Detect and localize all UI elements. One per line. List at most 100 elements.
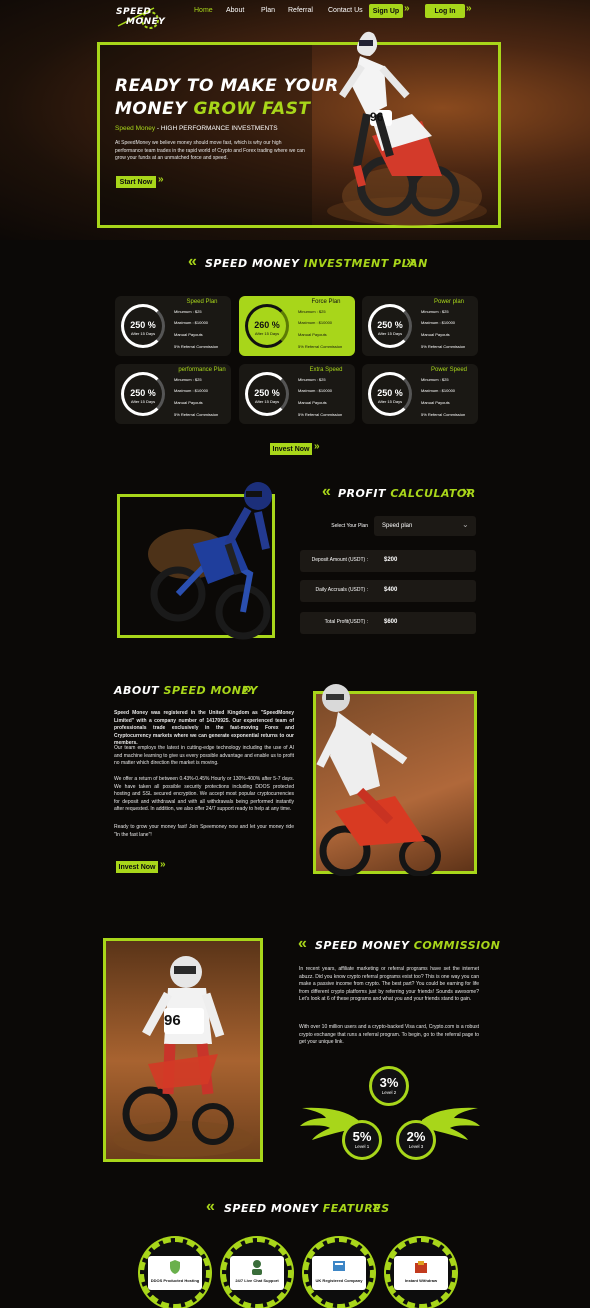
feature-label: DDOS Producted Hosting: [150, 1278, 200, 1283]
plan-min: Minumum : $25: [298, 309, 326, 314]
calc-row-label: Total Profit(USDT) :: [324, 619, 368, 625]
features-title: SPEED MONEY FEATURES: [224, 1202, 390, 1215]
plan-payout: Manual Payouts: [298, 332, 327, 337]
calc-row-value[interactable]: $400: [384, 587, 397, 593]
hero-rider-image: [327, 31, 487, 226]
plan-max: Maximum : $10000: [421, 320, 456, 325]
hero-tagline: Speed Money - HIGH PERFORMANCE INVESTMEN…: [115, 125, 278, 132]
commission-rider-image: [113, 956, 253, 1157]
feature-ddos: DDOS Producted Hosting: [140, 1238, 210, 1308]
plan-referral: 5% Referral Commission: [421, 412, 466, 417]
chevron-left-icon: «: [188, 253, 197, 270]
chevron-left-icon: «: [206, 1198, 215, 1215]
plan-percent-ring: 250 % After 15 Days: [368, 372, 412, 416]
plan-percent-ring: 250 % After 15 Days: [121, 372, 165, 416]
feature-card: DDOS Producted Hosting: [148, 1256, 202, 1290]
plan-card[interactable]: 250 % After 15 Days Power plan Minumum : $2…: [362, 296, 478, 356]
commission-bib-number: 96: [164, 1012, 181, 1029]
signup-button[interactable]: Sign Up: [369, 4, 403, 18]
plan-payout: Manual Payouts: [421, 400, 450, 405]
plan-card[interactable]: 250 % After 15 Days Speed Plan Minumum : $2…: [115, 296, 231, 356]
level-2-label: Level 2: [381, 1090, 397, 1095]
nav-home[interactable]: Home: [194, 7, 213, 14]
hero-title-2b: GROW FAST: [193, 99, 311, 119]
level-3-value: 2%: [406, 1129, 426, 1144]
plan-percent: 250 %: [130, 320, 156, 330]
plan-name: Extra Speed: [309, 367, 343, 373]
plan-card[interactable]: 250 % After 15 Days performance Plan Minumu…: [115, 364, 231, 424]
calc-row-label: Daily Accruals (USDT) :: [315, 587, 368, 593]
nav-about[interactable]: About: [226, 7, 244, 14]
plan-percent-ring: 250 % After 15 Days: [368, 304, 412, 348]
nav-plan[interactable]: Plan: [261, 7, 275, 14]
logo-text-1: SPEED: [116, 7, 152, 17]
calc-row-label: Deposit Amount (USDT) :: [311, 557, 368, 563]
commission-title-b: COMMISSION: [413, 939, 501, 952]
feature-withdraw: Instant Withdraw: [386, 1238, 456, 1308]
feature-label: 24/7 Live Chat Support: [235, 1278, 279, 1283]
plan-payout: Manual Payouts: [298, 400, 327, 405]
about-invest-button[interactable]: Invest Now: [116, 861, 158, 873]
hero-title-1: READY TO MAKE YOUR: [115, 76, 339, 96]
plan-select-value: Speed plan: [382, 523, 413, 529]
about-p1: Speed Money was registered in the United…: [114, 710, 294, 746]
commission-level-3: 2% Level 3: [396, 1120, 436, 1160]
plan-percent-ring: 250 % After 15 Days: [245, 372, 289, 416]
chevron-left-icon: «: [298, 935, 307, 952]
calc-row-value[interactable]: $200: [384, 557, 397, 563]
plan-percent-ring: 250 % After 15 Days: [121, 304, 165, 348]
nav-contact[interactable]: Contact Us: [328, 7, 363, 14]
plan-card[interactable]: 250 % After 15 Days Power Speed Minumum : $…: [362, 364, 478, 424]
hero-title-2a: MONEY: [115, 99, 194, 119]
commission-title: SPEED MONEY COMMISSION: [315, 939, 500, 952]
chevron-left-icon: «: [322, 483, 331, 500]
chevron-right-icon: »: [158, 174, 164, 185]
level-1-label: Level 1: [354, 1144, 370, 1149]
about-p2: Our team employs the latest in cutting-e…: [114, 745, 294, 766]
plan-card[interactable]: 250 % After 15 Days Extra Speed Minumum : $…: [239, 364, 355, 424]
chevron-right-icon: »: [243, 680, 252, 697]
plan-max: Maximum : $10000: [421, 388, 456, 393]
plan-max: Maximum : $10000: [174, 388, 209, 393]
invest-now-button[interactable]: Invest Now: [270, 443, 312, 455]
nav-referral[interactable]: Referral: [288, 7, 313, 14]
plan-days: After 15 Days: [377, 331, 403, 336]
plan-min: Minumum : $25: [174, 309, 202, 314]
feature-support: 24/7 Live Chat Support: [222, 1238, 292, 1308]
plan-percent: 250 %: [130, 388, 156, 398]
plan-referral: 5% Referral Commission: [421, 344, 466, 349]
plan-min: Minumum : $25: [421, 309, 449, 314]
plan-card[interactable]: 260 % After 15 Days Force Plan Minumum : $2…: [239, 296, 355, 356]
chevron-right-icon: »: [462, 483, 471, 500]
wallet-icon: [415, 1261, 427, 1273]
features-title-a: SPEED MONEY: [224, 1202, 323, 1215]
chevron-right-icon: »: [314, 441, 320, 452]
calc-row-value[interactable]: $600: [384, 619, 397, 625]
about-p3: We offer a return of between 0.43%-0.45%…: [114, 776, 294, 812]
plan-max: Maximum : $10000: [298, 320, 333, 325]
calc-select-label: Select Your Plan: [331, 523, 368, 529]
hero-description: At SpeedMoney we believe money should mo…: [115, 140, 305, 161]
logo[interactable]: SPEED MONEY: [116, 4, 165, 30]
level-3-label: Level 3: [408, 1144, 424, 1149]
feature-card: UK Registered Company: [312, 1256, 366, 1290]
calc-row: Total Profit(USDT) : $600: [300, 612, 476, 634]
certificate-icon: [333, 1261, 345, 1271]
plan-select[interactable]: Speed plan ⌄: [374, 516, 476, 536]
commission-p1: In recent years, affiliate marketing or …: [299, 966, 479, 1002]
plan-payout: Manual Payouts: [174, 400, 203, 405]
chevron-right-icon: »: [466, 3, 472, 14]
plans-title: SPEED MONEY INVESTMENT PLAN: [205, 257, 428, 270]
calc-row: Deposit Amount (USDT) : $200: [300, 550, 476, 572]
about-rider-image: [316, 684, 441, 876]
about-p4: Ready to grow your money fast! Join Spee…: [114, 824, 294, 838]
plan-max: Maximum : $10000: [174, 320, 209, 325]
plan-days: After 15 Days: [254, 331, 280, 336]
hero-tagline-brand: Speed Money: [115, 125, 156, 132]
chevron-right-icon: »: [372, 1198, 381, 1215]
level-1-value: 5%: [352, 1129, 372, 1144]
plan-days: After 15 Days: [254, 399, 280, 404]
plan-min: Minumum : $25: [421, 377, 449, 382]
login-button[interactable]: Log In: [425, 4, 465, 18]
start-now-button[interactable]: Start Now: [116, 176, 156, 188]
